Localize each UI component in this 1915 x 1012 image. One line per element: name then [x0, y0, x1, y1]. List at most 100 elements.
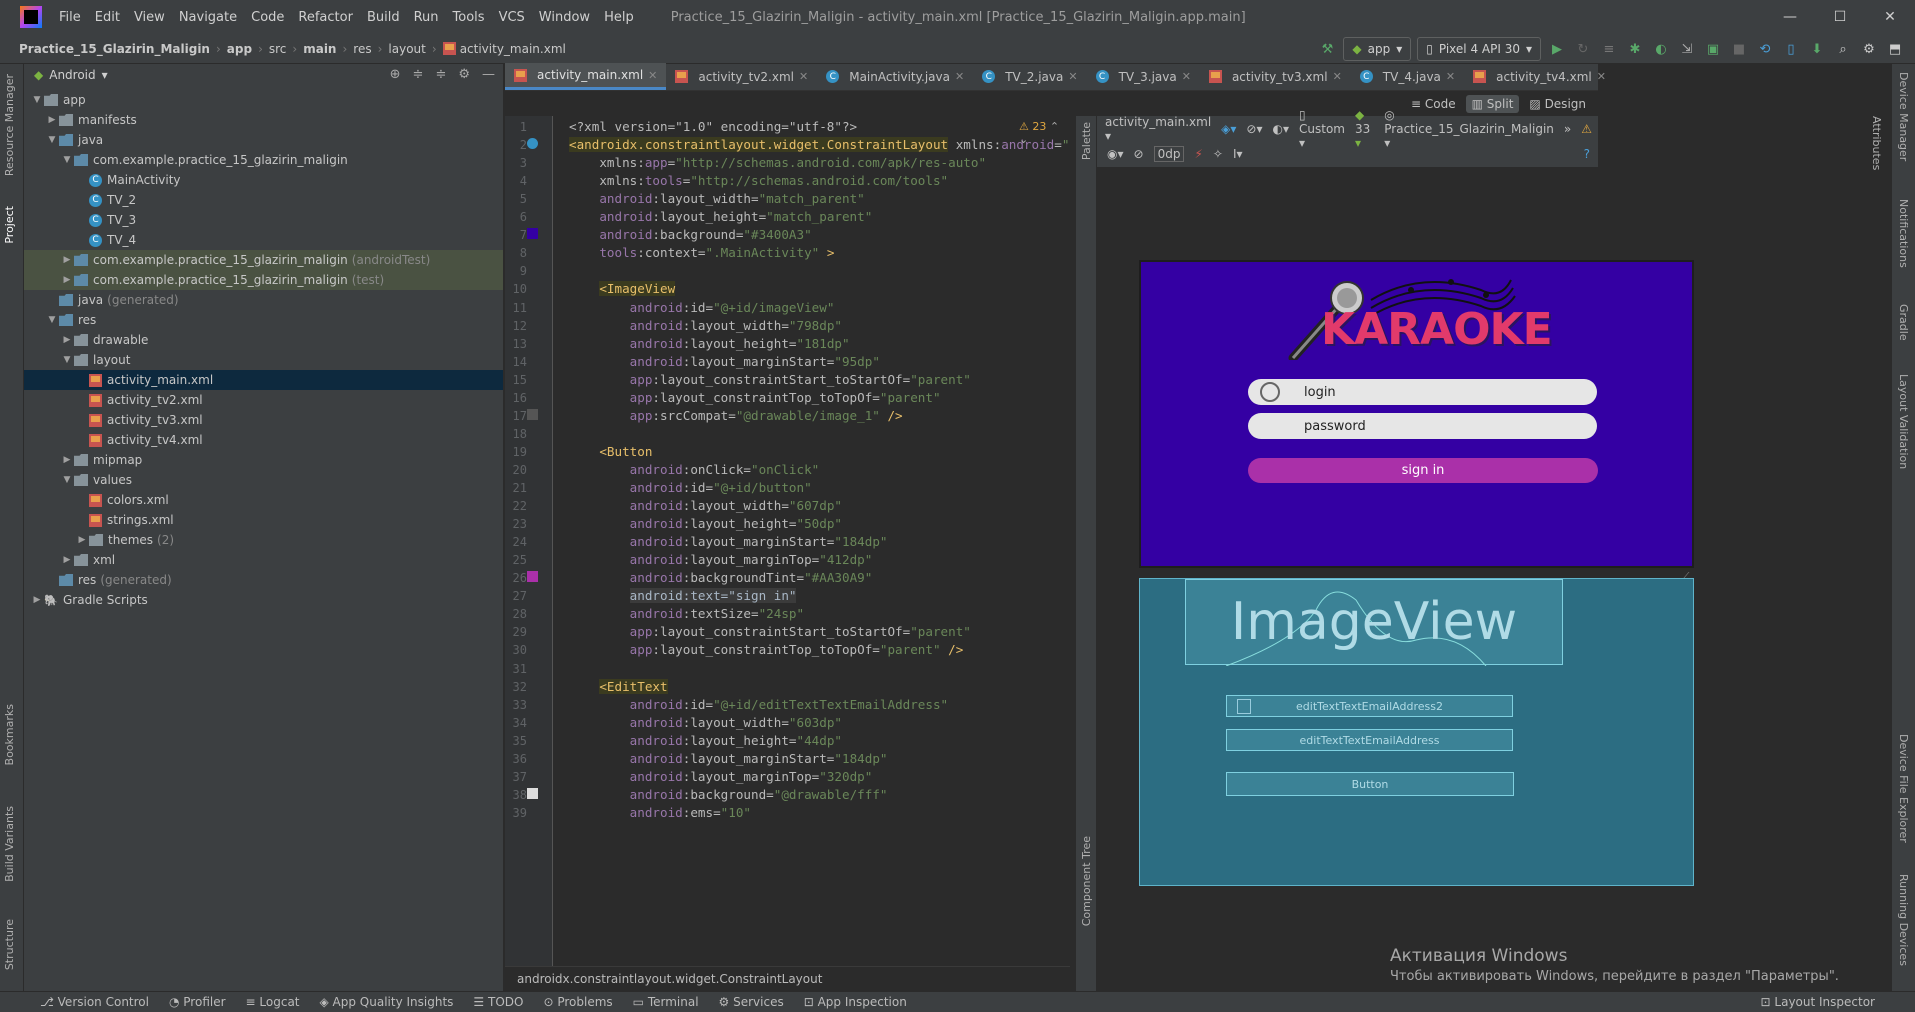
status-tab-services[interactable]: ⚙ Services	[719, 995, 784, 1009]
close-icon[interactable]: ✕	[1446, 70, 1455, 83]
editor-tab[interactable]: C TV_2.java ✕	[973, 63, 1086, 90]
menu-item-vcs[interactable]: VCS	[492, 10, 532, 25]
expand-arrow-icon[interactable]: ▼	[45, 315, 59, 325]
more-icon[interactable]: »	[1564, 122, 1571, 136]
status-tab-todo[interactable]: ☰ TODO	[473, 995, 523, 1009]
tree-item[interactable]: ▼ values	[24, 470, 503, 490]
editor-tab[interactable]: activity_tv2.xml ✕	[666, 63, 817, 90]
stop-icon[interactable]: ■	[1729, 39, 1749, 59]
code-line[interactable]: android:id="@+id/button"	[569, 480, 812, 495]
tree-item[interactable]: ▶ xml	[24, 550, 503, 570]
search-icon[interactable]: ⌕	[1833, 39, 1853, 59]
code-line[interactable]: app:layout_constraintStart_toStartOf="pa…	[569, 372, 971, 387]
collapse-arrow-icon[interactable]: ▶	[45, 115, 59, 125]
run-icon[interactable]: ▶	[1547, 39, 1567, 59]
menu-item-edit[interactable]: Edit	[88, 10, 127, 25]
tree-item[interactable]: ▶ themes (2)	[24, 530, 503, 550]
blueprint-preview[interactable]: ImageView editTextTextEmailAddress2 edit…	[1139, 578, 1694, 886]
code-line[interactable]: <androidx.constraintlayout.widget.Constr…	[569, 137, 1070, 153]
code-line[interactable]: android:layout_marginTop="412dp"	[569, 552, 873, 567]
close-icon[interactable]: ✕	[1865, 0, 1915, 34]
guidelines-icon[interactable]: I▾	[1233, 147, 1243, 161]
breadcrumb-item[interactable]: src	[269, 42, 287, 56]
code-line[interactable]: xmlns:app="http://schemas.android.com/ap…	[569, 155, 986, 170]
rerun-icon[interactable]: ↻	[1573, 39, 1593, 59]
close-icon[interactable]: ✕	[1182, 70, 1191, 83]
palette-tab[interactable]: Palette	[1080, 122, 1093, 160]
tree-item[interactable]: ▶ com.example.practice_15_glazirin_maligi…	[24, 250, 503, 270]
inspection-widget[interactable]: ⚠ 23 ⌃ ⌄	[1019, 120, 1070, 146]
code-line[interactable]: <?xml version="1.0" encoding="utf-8"?>	[569, 119, 857, 134]
code-line[interactable]: <ImageView	[569, 281, 676, 297]
code-line[interactable]: <EditText	[569, 678, 668, 694]
blueprint-email-field[interactable]: editTextTextEmailAddress	[1226, 729, 1513, 751]
layers-icon[interactable]: ◈▾	[1221, 122, 1236, 136]
collapse-arrow-icon[interactable]: ▶	[60, 275, 74, 285]
breadcrumb-item[interactable]: app	[227, 42, 252, 56]
menu-item-view[interactable]: View	[127, 10, 172, 25]
close-icon[interactable]: ✕	[1333, 70, 1342, 83]
gradle-tab[interactable]: Gradle	[1897, 304, 1910, 341]
breadcrumb-item[interactable]: res	[353, 42, 371, 56]
editor-tab[interactable]: activity_tv4.xml ✕	[1464, 63, 1615, 90]
locate-icon[interactable]: ⊕	[390, 67, 401, 82]
status-tab-version-control[interactable]: ⎇ Version Control	[40, 995, 149, 1009]
running-devices-tab[interactable]: Running Devices	[1897, 874, 1910, 966]
apply-changes-icon[interactable]: ≡	[1599, 39, 1619, 59]
tree-item[interactable]: strings.xml	[24, 510, 503, 530]
code-line[interactable]: app:layout_constraintStart_toStartOf="pa…	[569, 624, 971, 639]
expand-arrow-icon[interactable]: ▼	[60, 155, 74, 165]
tree-item[interactable]: res (generated)	[24, 570, 503, 590]
code-line[interactable]: android:id="@+id/editTextTextEmailAddres…	[569, 697, 948, 712]
autoconnect-icon[interactable]: ⊘	[1134, 147, 1144, 161]
tree-item[interactable]: ▼ app	[24, 90, 503, 110]
expand-arrow-icon[interactable]: ▼	[60, 475, 74, 485]
breadcrumb-item[interactable]: Practice_15_Glazirin_Maligin	[19, 42, 210, 56]
debug-icon[interactable]: ✱	[1625, 39, 1645, 59]
code-line[interactable]: android:id="@+id/imageView"	[569, 300, 835, 315]
tree-item[interactable]: ▶ com.example.practice_15_glazirin_maligi…	[24, 270, 503, 290]
minimize-icon[interactable]: —	[1765, 0, 1815, 34]
menu-item-file[interactable]: File	[52, 10, 88, 25]
tree-item[interactable]: activity_main.xml	[24, 370, 503, 390]
tree-item[interactable]: C TV_4	[24, 230, 503, 250]
expand-all-icon[interactable]: ≑	[435, 67, 446, 82]
theme-select[interactable]: ◎ Practice_15_Glazirin_Maligin ▾	[1384, 108, 1554, 150]
resource-manager-tab[interactable]: Resource Manager	[3, 74, 16, 176]
code-line[interactable]: android:layout_width="603dp"	[569, 715, 842, 730]
ide-updates-icon[interactable]: ⬒	[1885, 39, 1905, 59]
sign-in-button[interactable]: sign in	[1248, 458, 1598, 483]
collapse-arrow-icon[interactable]: ▶	[60, 455, 74, 465]
tree-item[interactable]: java (generated)	[24, 290, 503, 310]
code-line[interactable]: android:layout_width="match_parent"	[569, 191, 864, 206]
expand-arrow-icon[interactable]: ▼	[60, 355, 74, 365]
gear-icon[interactable]: ⚙	[458, 67, 470, 82]
tree-item[interactable]: C TV_2	[24, 190, 503, 210]
tree-item[interactable]: ▼ com.example.practice_15_glazirin_maligi…	[24, 150, 503, 170]
orientation-icon[interactable]: ⊘▾	[1246, 122, 1262, 136]
code-line[interactable]: android:layout_height="match_parent"	[569, 209, 872, 224]
device-manager-icon[interactable]: ▯	[1781, 39, 1801, 59]
blueprint-email2-field[interactable]: editTextTextEmailAddress2	[1226, 695, 1513, 717]
breadcrumb-item[interactable]: main	[303, 42, 336, 56]
collapse-arrow-icon[interactable]: ▶	[60, 335, 74, 345]
code-line[interactable]: android:layout_marginStart="184dp"	[569, 751, 888, 766]
eye-icon[interactable]: ◉▾	[1107, 147, 1124, 161]
tree-item[interactable]: ▼ java	[24, 130, 503, 150]
code-line[interactable]: app:srcCompat="@drawable/image_1" />	[569, 408, 903, 423]
code-line[interactable]: android:layout_height="44dp"	[569, 733, 842, 748]
device-file-explorer-tab[interactable]: Device File Explorer	[1897, 734, 1910, 843]
build-hammer-icon[interactable]: ⚒	[1317, 39, 1337, 59]
help-icon[interactable]: ?	[1584, 147, 1598, 161]
menu-item-help[interactable]: Help	[597, 10, 641, 25]
code-line[interactable]: android:text="sign in"	[569, 588, 797, 604]
status-tab-profiler[interactable]: ◔ Profiler	[169, 995, 226, 1009]
run-config-select[interactable]: ◆ app ▾	[1343, 37, 1412, 61]
collapse-arrow-icon[interactable]: ▶	[75, 535, 89, 545]
gear-icon[interactable]: ⚙	[1859, 39, 1879, 59]
layout-preview[interactable]: KARAOKE login password sign in	[1139, 260, 1694, 568]
tree-item[interactable]: activity_tv2.xml	[24, 390, 503, 410]
login-field[interactable]: login	[1248, 379, 1597, 405]
tree-item[interactable]: C TV_3	[24, 210, 503, 230]
close-icon[interactable]: ✕	[1597, 70, 1606, 83]
